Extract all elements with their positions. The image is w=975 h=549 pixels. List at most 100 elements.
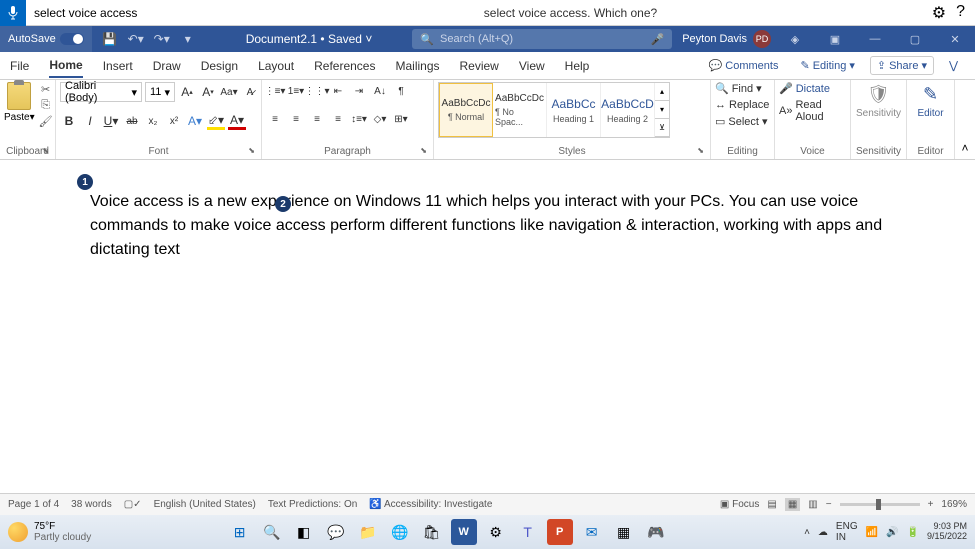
document-body-text[interactable]: Voice access is a new experience on Wind… <box>90 190 885 262</box>
redo-icon[interactable]: ↷▾ <box>154 31 170 47</box>
style-heading2[interactable]: AaBbCcDHeading 2 <box>601 83 655 137</box>
tab-review[interactable]: Review <box>460 55 499 77</box>
tray-chevron-icon[interactable]: ˄ <box>804 527 810 538</box>
sort-icon[interactable]: A↓ <box>371 82 389 100</box>
tray-battery-icon[interactable]: 🔋 <box>907 527 919 538</box>
text-effects-icon[interactable]: A▾ <box>186 112 204 130</box>
replace-button[interactable]: ↔Replace <box>715 99 769 111</box>
numbering-icon[interactable]: 1≡▾ <box>287 82 305 100</box>
align-left-icon[interactable]: ≡ <box>266 110 284 128</box>
style-normal[interactable]: AaBbCcDc¶ Normal <box>439 83 493 137</box>
subscript-button[interactable]: x₂ <box>144 112 162 130</box>
web-layout-icon[interactable]: ▥ <box>808 499 817 510</box>
settings-task-icon[interactable]: ⚙ <box>483 519 509 545</box>
app-mode-icon[interactable]: ▣ <box>819 26 851 52</box>
help-icon[interactable]: ? <box>956 3 965 23</box>
diamond-icon[interactable]: ◈ <box>779 26 811 52</box>
bullets-icon[interactable]: ⋮≡▾ <box>266 82 284 100</box>
format-painter-icon[interactable]: 🖌 <box>39 114 53 128</box>
tab-home[interactable]: Home <box>49 54 82 78</box>
bold-button[interactable]: B <box>60 112 78 130</box>
tab-references[interactable]: References <box>314 55 375 77</box>
save-icon[interactable]: 💾 <box>102 31 118 47</box>
autosave-toggle[interactable]: AutoSave <box>0 26 92 52</box>
app-icon[interactable]: ▦ <box>611 519 637 545</box>
tab-layout[interactable]: Layout <box>258 55 294 77</box>
word-count[interactable]: 38 words <box>71 499 112 510</box>
cut-icon[interactable]: ✂ <box>39 82 53 96</box>
settings-icon[interactable]: ⚙ <box>932 3 946 23</box>
minimize-button[interactable]: — <box>859 26 891 52</box>
tray-wifi-icon[interactable]: 📶 <box>866 527 878 538</box>
search-box[interactable]: 🔍 Search (Alt+Q) 🎤 <box>412 29 672 49</box>
multilevel-icon[interactable]: ⋮⋮▾ <box>308 82 326 100</box>
read-mode-icon[interactable]: ▤ <box>767 499 776 510</box>
grow-font-icon[interactable]: A▴ <box>178 83 196 101</box>
language-status[interactable]: English (United States) <box>154 499 256 510</box>
read-aloud-button[interactable]: A»Read Aloud <box>779 99 846 123</box>
select-button[interactable]: ▭Select ▾ <box>715 115 769 128</box>
explorer-icon[interactable]: 📁 <box>355 519 381 545</box>
voice-badge-1[interactable]: 1 <box>77 174 93 190</box>
document-canvas[interactable]: 1 2 Voice access is a new experience on … <box>0 160 975 493</box>
zoom-out-icon[interactable]: − <box>826 499 832 510</box>
voice-badge-2[interactable]: 2 <box>275 196 291 212</box>
show-marks-icon[interactable]: ¶ <box>392 82 410 100</box>
weather-widget[interactable]: 75°FPartly cloudy <box>8 521 91 543</box>
font-color-icon[interactable]: A▾ <box>228 112 246 130</box>
strike-button[interactable]: ab <box>123 112 141 130</box>
underline-button[interactable]: U▾ <box>102 112 120 130</box>
powerpoint-icon[interactable]: P <box>547 519 573 545</box>
collapse-ribbon-icon[interactable]: ˄ <box>955 80 975 159</box>
tray-lang[interactable]: ENGIN <box>836 521 858 543</box>
user-account[interactable]: Peyton Davis PD <box>682 30 771 48</box>
focus-mode[interactable]: ▣ Focus <box>720 499 759 510</box>
shading-icon[interactable]: ◇▾ <box>371 110 389 128</box>
justify-icon[interactable]: ≡ <box>329 110 347 128</box>
tray-cloud-icon[interactable]: ☁ <box>818 527 828 538</box>
maximize-button[interactable]: ▢ <box>899 26 931 52</box>
font-size-dropdown[interactable]: 11▾ <box>145 82 175 102</box>
tray-volume-icon[interactable]: 🔊 <box>886 527 898 538</box>
edge-icon[interactable]: 🌐 <box>387 519 413 545</box>
clear-format-icon[interactable]: A̷ <box>241 83 259 101</box>
tab-mailings[interactable]: Mailings <box>395 55 439 77</box>
tab-view[interactable]: View <box>519 55 545 77</box>
start-icon[interactable]: ⊞ <box>227 519 253 545</box>
dec-indent-icon[interactable]: ⇤ <box>329 82 347 100</box>
tab-help[interactable]: Help <box>565 55 590 77</box>
ribbon-options-icon[interactable]: ⋁ <box>942 56 965 75</box>
align-center-icon[interactable]: ≡ <box>287 110 305 128</box>
dictate-button[interactable]: 🎤Dictate <box>779 82 846 95</box>
task-view-icon[interactable]: ◧ <box>291 519 317 545</box>
styles-gallery[interactable]: AaBbCcDc¶ Normal AaBbCcDc¶ No Spac... Aa… <box>438 82 670 138</box>
word-icon[interactable]: W <box>451 519 477 545</box>
inc-indent-icon[interactable]: ⇥ <box>350 82 368 100</box>
zoom-in-icon[interactable]: + <box>928 499 934 510</box>
style-heading1[interactable]: AaBbCcHeading 1 <box>547 83 601 137</box>
app2-icon[interactable]: 🎮 <box>643 519 669 545</box>
qat-dropdown-icon[interactable]: ▾ <box>180 31 196 47</box>
gallery-more-icon[interactable]: ⊻ <box>655 119 669 137</box>
page-status[interactable]: Page 1 of 4 <box>8 499 59 510</box>
copy-icon[interactable]: ⎘ <box>39 98 53 112</box>
mic-icon[interactable]: 🎤 <box>651 33 665 46</box>
italic-button[interactable]: I <box>81 112 99 130</box>
gallery-down-icon[interactable]: ▾ <box>655 101 669 119</box>
tab-insert[interactable]: Insert <box>103 55 133 77</box>
editing-mode-button[interactable]: ✎ Editing ▾ <box>793 56 861 75</box>
chat-icon[interactable]: 💬 <box>323 519 349 545</box>
store-icon[interactable]: 🛍 <box>419 519 445 545</box>
change-case-icon[interactable]: Aa▾ <box>220 83 238 101</box>
zoom-level[interactable]: 169% <box>941 499 967 510</box>
highlight-icon[interactable]: ⬃▾ <box>207 112 225 130</box>
close-button[interactable]: ✕ <box>939 26 971 52</box>
superscript-button[interactable]: x² <box>165 112 183 130</box>
tab-design[interactable]: Design <box>201 55 238 77</box>
share-button[interactable]: ⇪ Share ▾ <box>870 56 934 75</box>
paste-button[interactable]: Paste▾ <box>4 82 35 123</box>
undo-icon[interactable]: ↶▾ <box>128 31 144 47</box>
task-search-icon[interactable]: 🔍 <box>259 519 285 545</box>
outlook-icon[interactable]: ✉ <box>579 519 605 545</box>
spell-check-icon[interactable]: ▢✓ <box>124 499 142 510</box>
